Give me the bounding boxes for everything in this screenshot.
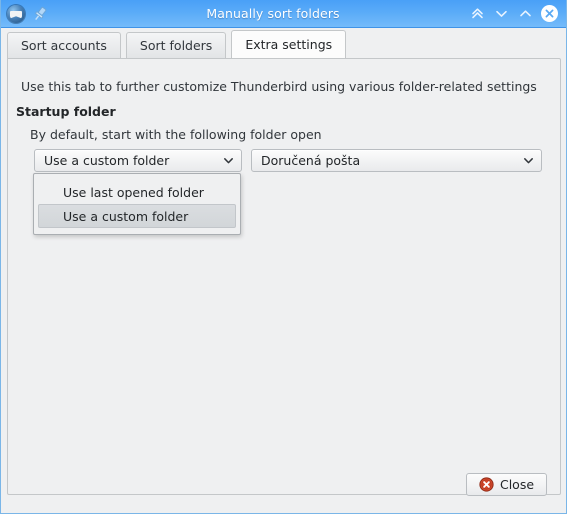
tab-content-panel: Use this tab to further customize Thunde… bbox=[7, 58, 561, 496]
chevron-up-icon[interactable] bbox=[517, 6, 533, 22]
tab-label: Sort folders bbox=[139, 38, 213, 53]
chevron-down-icon bbox=[222, 154, 235, 167]
dropdown-option-label: Use a custom folder bbox=[63, 208, 189, 224]
window-controls bbox=[469, 5, 562, 22]
thunderbird-icon bbox=[7, 4, 25, 23]
startup-folder-value: Doručená pošta bbox=[261, 153, 361, 168]
dropdown-option-use-last-opened-folder[interactable]: Use last opened folder bbox=[38, 180, 236, 204]
close-button[interactable]: Close bbox=[466, 473, 547, 496]
tab-sort-accounts[interactable]: Sort accounts bbox=[7, 32, 121, 58]
double-chevron-up-icon[interactable] bbox=[469, 6, 485, 22]
dropdown-option-use-a-custom-folder[interactable]: Use a custom folder bbox=[38, 204, 236, 228]
intro-text: Use this tab to further customize Thunde… bbox=[21, 79, 537, 94]
dropdown-option-label: Use last opened folder bbox=[63, 184, 204, 200]
close-x-icon[interactable] bbox=[541, 5, 558, 22]
pin-icon[interactable] bbox=[33, 6, 47, 22]
startup-mode-combobox[interactable]: Use a custom folder bbox=[34, 149, 242, 172]
title-bar: Manually sort folders bbox=[1, 0, 566, 28]
startup-mode-value: Use a custom folder bbox=[44, 153, 170, 168]
startup-folder-heading: Startup folder bbox=[16, 104, 116, 119]
tab-label: Extra settings bbox=[245, 37, 333, 52]
startup-folder-combobox[interactable]: Doručená pošta bbox=[251, 149, 542, 172]
close-button-label: Close bbox=[499, 477, 535, 492]
chevron-down-icon bbox=[522, 154, 535, 167]
chevron-down-icon[interactable] bbox=[493, 6, 509, 22]
tab-sort-folders[interactable]: Sort folders bbox=[125, 32, 227, 58]
title-bar-left-icons bbox=[7, 4, 77, 23]
startup-mode-dropdown-menu: Use last opened folder Use a custom fold… bbox=[33, 173, 241, 235]
tab-bar: Sort accounts Sort folders Extra setting… bbox=[1, 28, 566, 58]
dialog-window: Manually sort folders Sort accounts Sort… bbox=[0, 0, 567, 514]
tab-label: Sort accounts bbox=[21, 38, 107, 53]
close-circle-icon bbox=[479, 477, 494, 492]
window-title: Manually sort folders bbox=[206, 6, 340, 21]
tab-extra-settings[interactable]: Extra settings bbox=[231, 30, 347, 58]
startup-folder-description: By default, start with the following fol… bbox=[30, 127, 322, 142]
